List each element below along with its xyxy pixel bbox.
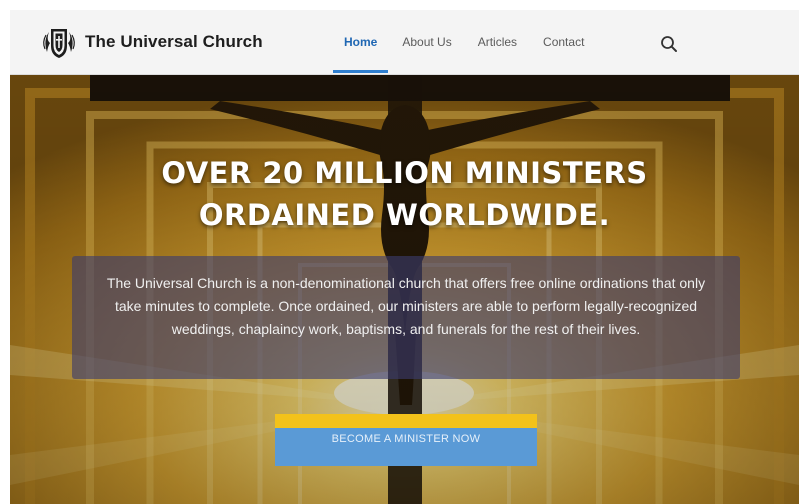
site-header: The Universal Church Home About Us Artic… [10,10,799,75]
cta-container: BECOME A MINISTER NOW [275,414,537,466]
hero-description: The Universal Church is a non-denominati… [106,275,706,337]
hero-headline-line-2: ORDAINED WORLDWIDE. [198,198,611,232]
main-nav: Home About Us Articles Contact [333,10,610,74]
nav-contact[interactable]: Contact [543,35,584,49]
nav-home[interactable]: Home [333,35,389,73]
become-minister-button[interactable]: BECOME A MINISTER NOW [275,428,537,466]
hero-headline-line-1: OVER 20 MILLION MINISTERS [161,156,648,190]
nav-about-us[interactable]: About Us [402,35,451,49]
page: The Universal Church Home About Us Artic… [0,0,799,504]
brand-name[interactable]: The Universal Church [85,32,263,52]
hero-headline: OVER 20 MILLION MINISTERS ORDAINED WORLD… [10,152,799,236]
hero-info-box: The Universal Church is a non-denominati… [72,256,740,379]
search-icon[interactable] [660,35,678,53]
hero-section: OVER 20 MILLION MINISTERS ORDAINED WORLD… [10,75,799,504]
nav-articles[interactable]: Articles [478,35,517,49]
church-crest-icon[interactable] [41,26,77,60]
